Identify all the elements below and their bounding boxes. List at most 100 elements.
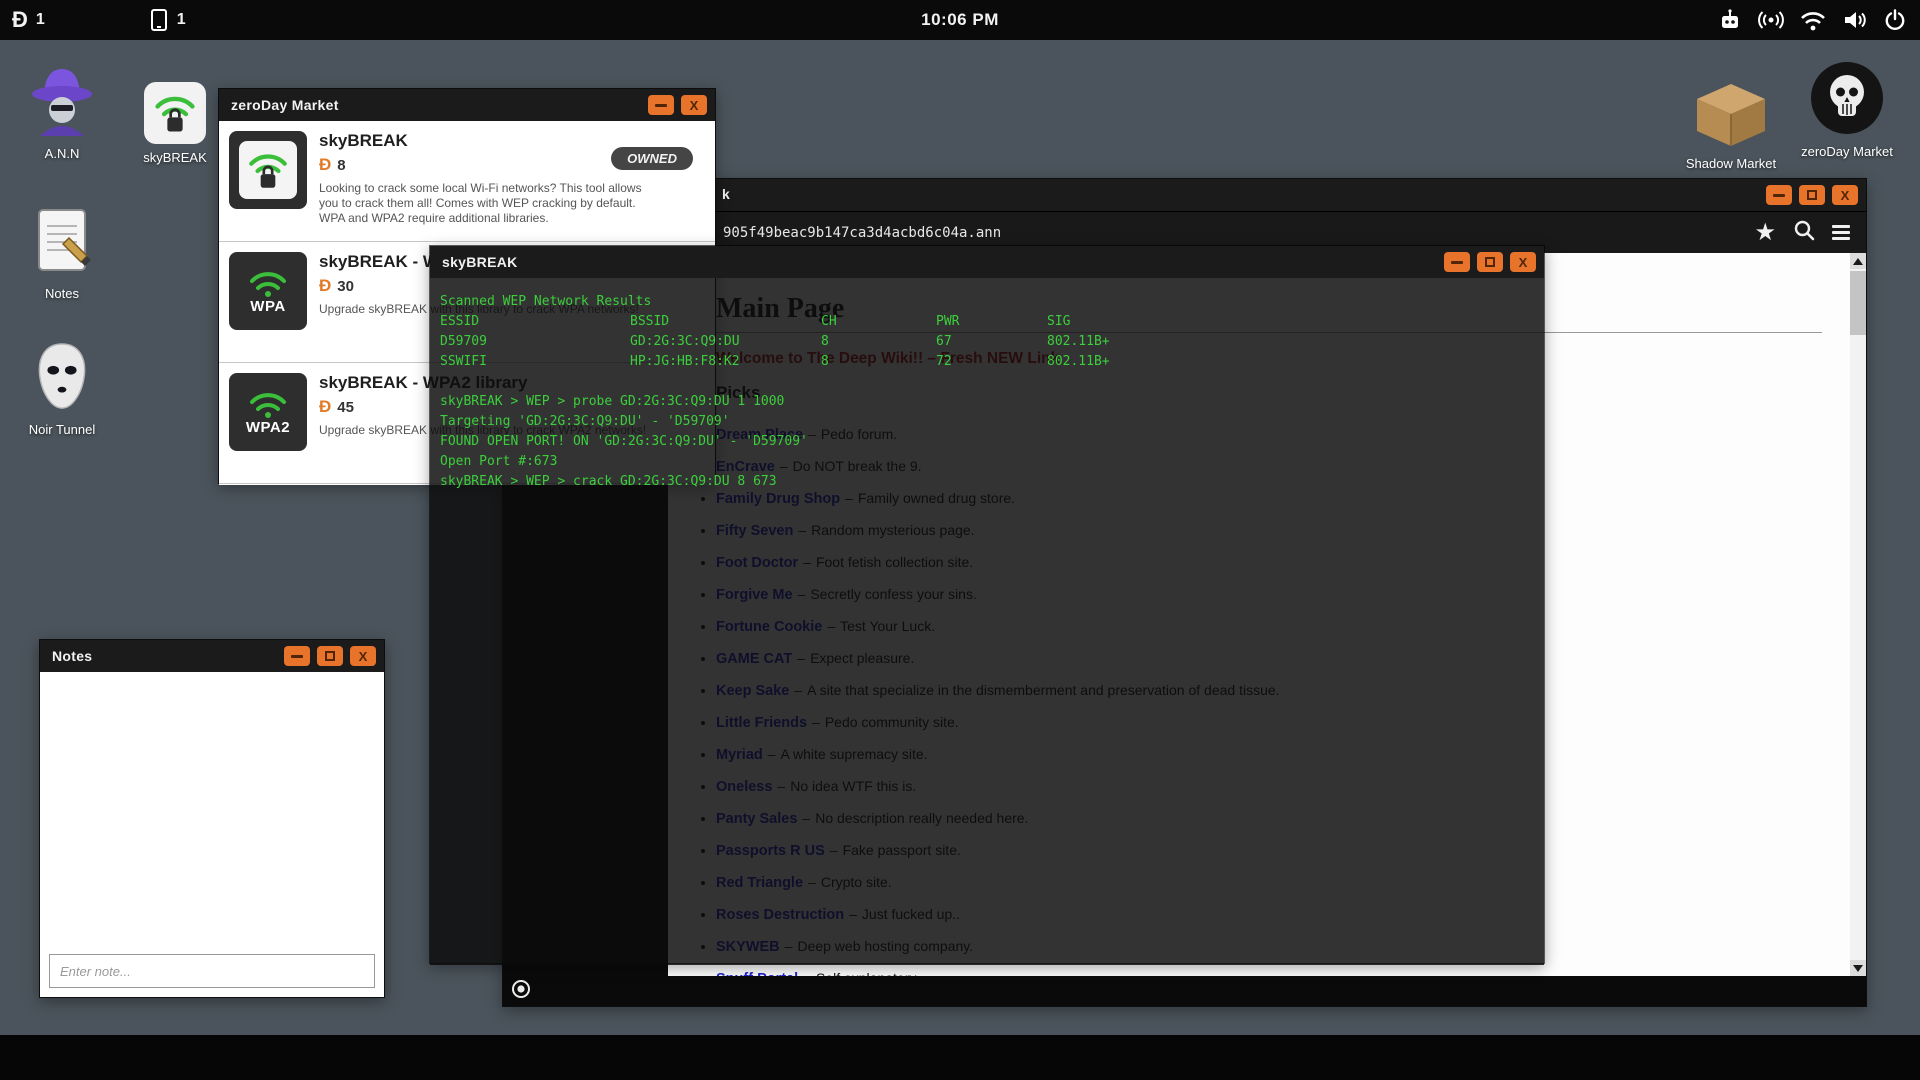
- scroll-up-button[interactable]: [1850, 253, 1866, 269]
- column-header: PWR: [936, 314, 960, 329]
- dcoin-count: 1: [35, 11, 45, 28]
- broadcast-icon[interactable]: [1758, 10, 1784, 30]
- desktop-icon-shadow-market[interactable]: Shadow Market: [1676, 70, 1786, 171]
- bssid-cell: HP:JG:HB:F8:K2: [630, 354, 740, 369]
- ann-icon: [7, 60, 117, 140]
- network-row: SSWIFI HP:JG:HB:F8:K2 8 72 802.11B+: [440, 352, 1534, 372]
- volume-icon[interactable]: [1842, 9, 1868, 31]
- minimize-button[interactable]: [1444, 252, 1470, 272]
- minimize-button[interactable]: [1766, 185, 1792, 205]
- column-header: SIG: [1047, 314, 1071, 329]
- minimize-button[interactable]: [284, 646, 310, 666]
- close-button[interactable]: X: [681, 95, 707, 115]
- owned-badge: OWNED: [611, 147, 693, 170]
- power-cell: 67: [936, 334, 952, 349]
- dcoin-icon: Đ: [319, 397, 332, 416]
- essid-cell: D59709: [440, 334, 487, 349]
- system-tray: [1718, 8, 1920, 32]
- essid-cell: SSWIFI: [440, 354, 487, 369]
- notes-icon: [7, 200, 117, 280]
- dcoin-icon: Đ: [319, 155, 332, 174]
- icon-label: Notes: [45, 286, 79, 301]
- price-value: 8: [337, 156, 346, 174]
- scan-results-header: Scanned WEP Network Results: [440, 294, 652, 309]
- desktop-icon-ann[interactable]: A.N.N: [7, 60, 117, 161]
- power-cell: 72: [936, 354, 952, 369]
- notes-content: [40, 672, 384, 954]
- scrollbar[interactable]: [1850, 253, 1866, 976]
- device-icon: [149, 8, 169, 32]
- item-tier-label: WPA2: [245, 419, 291, 436]
- bookmark-star-icon[interactable]: ★: [1754, 220, 1776, 245]
- url-text[interactable]: 905f49beac9b147ca3d4acbd6c04a.ann: [723, 225, 1001, 241]
- signal-cell: 802.11B+: [1047, 334, 1110, 349]
- signal-cell: 802.11B+: [1047, 354, 1110, 369]
- menu-icon[interactable]: [1832, 225, 1850, 240]
- system-topbar: Đ 1 1 10:06 PM: [0, 0, 1920, 40]
- maximize-button[interactable]: [1477, 252, 1503, 272]
- terminal-output: Scanned WEP Network Results ESSID BSSID …: [430, 278, 1544, 965]
- icon-label: A.N.N: [44, 146, 80, 161]
- command-line: skyBREAK > WEP > probe GD:2G:3C:Q9:DU 1 …: [440, 394, 785, 409]
- search-icon[interactable]: [1793, 219, 1815, 246]
- skybreak-icon: [120, 64, 230, 144]
- skybreak-terminal-window: skyBREAK X Scanned WEP Network Results E…: [429, 245, 1545, 965]
- mask-icon: [7, 336, 117, 416]
- table-header-row: ESSID BSSID CH PWR SIG: [440, 312, 1534, 332]
- notes-titlebar[interactable]: Notes X: [40, 640, 384, 672]
- price-value: 45: [337, 398, 354, 416]
- link-item: Snuff Portal–Self explanatory.: [716, 967, 1822, 976]
- browser-title: k: [722, 186, 730, 202]
- close-button[interactable]: X: [1832, 185, 1858, 205]
- maximize-button[interactable]: [1799, 185, 1825, 205]
- icon-label: zeroDay Market: [1801, 144, 1893, 159]
- command-line: Targeting 'GD:2G:3C:Q9:DU' - 'D59709': [440, 414, 730, 429]
- robot-icon[interactable]: [1718, 8, 1742, 32]
- results-table: D59709 GD:2G:3C:Q9:DU 8 67 802.11B+ SSWI…: [440, 332, 1534, 372]
- skull-icon: [1792, 58, 1902, 138]
- dcoin-icon: Đ: [319, 276, 332, 295]
- record-icon[interactable]: [511, 979, 531, 1004]
- device-count: 1: [176, 11, 186, 28]
- browser-bottom-bar: [503, 976, 1866, 1006]
- taskbar: [0, 1035, 1920, 1080]
- channel-cell: 8: [821, 354, 829, 369]
- maximize-button[interactable]: [317, 646, 343, 666]
- price-value: 30: [337, 277, 354, 295]
- currency-group: Đ 1 1: [0, 7, 186, 33]
- desktop-icon-noir-tunnel[interactable]: Noir Tunnel: [7, 336, 117, 437]
- market-titlebar[interactable]: zeroDay Market X: [219, 89, 715, 121]
- power-icon[interactable]: [1884, 9, 1906, 31]
- item-icon: [229, 131, 307, 209]
- item-icon: WPA2: [229, 373, 307, 451]
- close-button[interactable]: X: [350, 646, 376, 666]
- desktop-icon-skybreak[interactable]: skyBREAK: [120, 64, 230, 165]
- icon-label: skyBREAK: [143, 150, 207, 165]
- icon-label: Shadow Market: [1685, 156, 1777, 171]
- column-header: ESSID: [440, 314, 480, 329]
- command-line: Open Port #:673: [440, 454, 558, 469]
- terminal-titlebar[interactable]: skyBREAK X: [430, 246, 1544, 278]
- scroll-thumb[interactable]: [1850, 271, 1866, 335]
- column-header: BSSID: [630, 314, 670, 329]
- scroll-down-button[interactable]: [1850, 960, 1866, 976]
- icon-label: Noir Tunnel: [28, 422, 96, 437]
- box-icon: [1676, 70, 1786, 150]
- clock: 10:06 PM: [921, 10, 999, 29]
- market-item[interactable]: skyBREAK Đ 8 Looking to crack some local…: [219, 121, 715, 242]
- desktop-icon-zeroday-market[interactable]: zeroDay Market: [1792, 58, 1902, 159]
- notes-window: Notes X: [39, 639, 385, 998]
- wifi-icon[interactable]: [1800, 9, 1826, 31]
- channel-cell: 8: [821, 334, 829, 349]
- network-row: D59709 GD:2G:3C:Q9:DU 8 67 802.11B+: [440, 332, 1534, 352]
- item-description: Looking to crack some local Wi-Fi networ…: [319, 181, 642, 225]
- dcoin-icon: Đ: [12, 7, 28, 32]
- window-title: skyBREAK: [442, 254, 518, 270]
- close-button[interactable]: X: [1510, 252, 1536, 272]
- command-line: FOUND OPEN PORT! ON 'GD:2G:3C:Q9:DU' - '…: [440, 434, 808, 449]
- note-input[interactable]: [49, 954, 375, 988]
- item-tier-label: WPA: [250, 298, 286, 315]
- desktop-icon-notes[interactable]: Notes: [7, 200, 117, 301]
- minimize-button[interactable]: [648, 95, 674, 115]
